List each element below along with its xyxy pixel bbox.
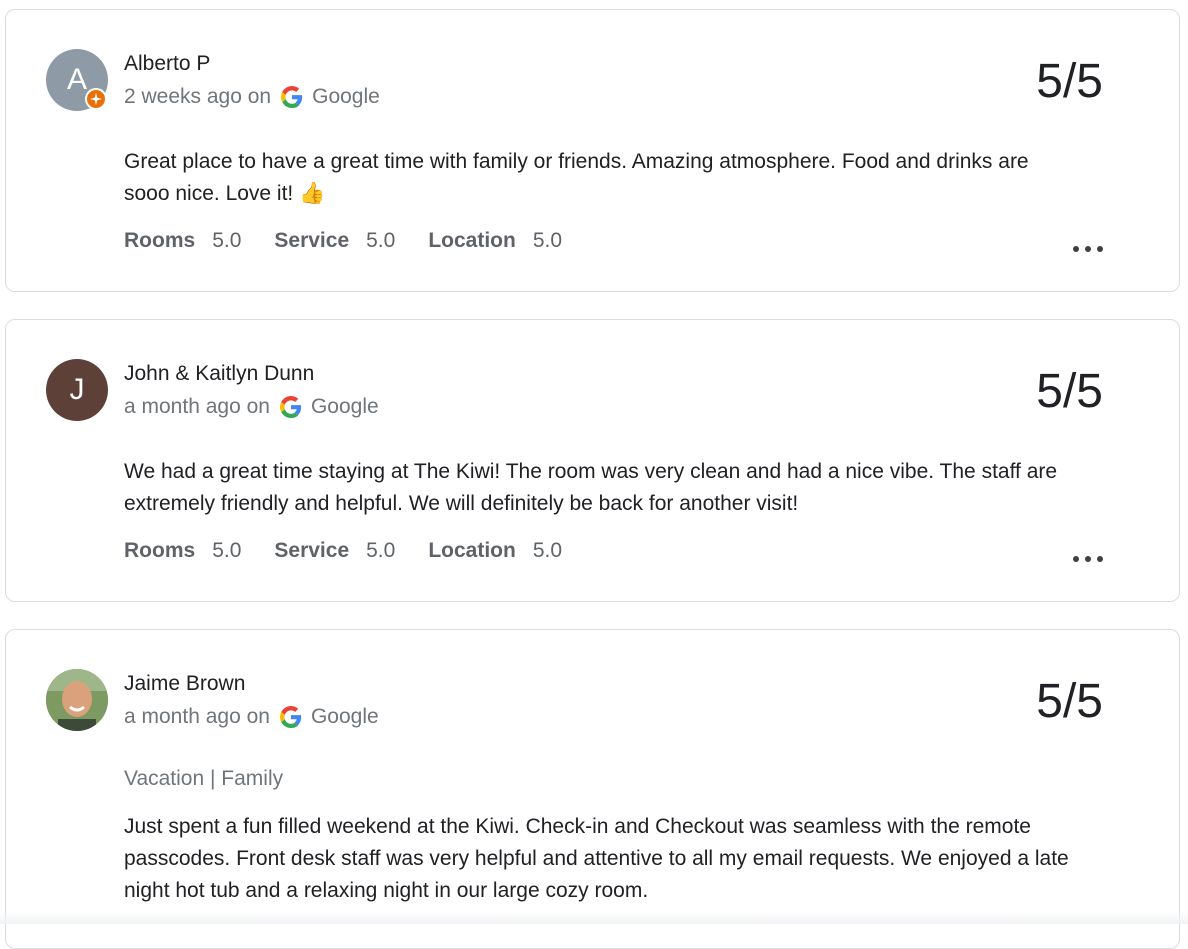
rating-rooms: Rooms 5.0 bbox=[124, 229, 242, 252]
google-g-icon bbox=[279, 396, 302, 418]
review-time: 2 weeks ago on bbox=[124, 85, 272, 108]
reviewer-name[interactable]: Jaime Brown bbox=[124, 672, 245, 696]
reviewer-name[interactable]: John & Kaitlyn Dunn bbox=[124, 362, 314, 386]
more-horizontal-icon[interactable] bbox=[1073, 554, 1103, 564]
review-time: a month ago on bbox=[124, 395, 270, 418]
review-card: A Alberto P 2 weeks ago on Google 5/5 Gr… bbox=[5, 9, 1180, 292]
rating-location: Location 5.0 bbox=[428, 539, 563, 562]
avatar[interactable]: J bbox=[46, 359, 108, 421]
review-score: 5/5 bbox=[1036, 55, 1103, 108]
review-card: J John & Kaitlyn Dunn a month ago on Goo… bbox=[5, 319, 1180, 602]
review-source[interactable]: Google bbox=[311, 705, 379, 729]
review-text: Great place to have a great time with fa… bbox=[124, 150, 1029, 205]
review-meta: a month ago on Google bbox=[124, 395, 379, 419]
category-ratings: Rooms 5.0 Service 5.0 Location 5.0 bbox=[124, 539, 595, 563]
local-guide-badge-icon bbox=[85, 88, 107, 110]
review-source[interactable]: Google bbox=[311, 395, 379, 419]
review-meta: a month ago on Google bbox=[124, 705, 379, 729]
more-horizontal-icon[interactable] bbox=[1073, 244, 1103, 254]
review-time: a month ago on bbox=[124, 705, 270, 728]
trip-tags: Vacation | Family bbox=[124, 767, 284, 790]
google-g-icon bbox=[279, 706, 302, 728]
review-card: Jaime Brown a month ago on Google 5/5 Va… bbox=[5, 629, 1180, 949]
scroll-edge-shadow bbox=[0, 912, 1188, 924]
review-source[interactable]: Google bbox=[312, 85, 380, 109]
review-score: 5/5 bbox=[1036, 675, 1103, 728]
rating-service: Service 5.0 bbox=[274, 229, 396, 252]
rating-location: Location 5.0 bbox=[428, 229, 563, 252]
review-meta: 2 weeks ago on Google bbox=[124, 85, 380, 109]
review-text: Just spent a fun filled weekend at the K… bbox=[124, 815, 1069, 902]
review-text: We had a great time staying at The Kiwi!… bbox=[124, 460, 1058, 515]
avatar[interactable] bbox=[46, 669, 108, 731]
rating-service: Service 5.0 bbox=[274, 539, 396, 562]
google-g-icon bbox=[281, 86, 303, 108]
reviewer-name[interactable]: Alberto P bbox=[124, 52, 210, 76]
rating-rooms: Rooms 5.0 bbox=[124, 539, 242, 562]
category-ratings: Rooms 5.0 Service 5.0 Location 5.0 bbox=[124, 229, 595, 253]
review-score: 5/5 bbox=[1036, 365, 1103, 418]
